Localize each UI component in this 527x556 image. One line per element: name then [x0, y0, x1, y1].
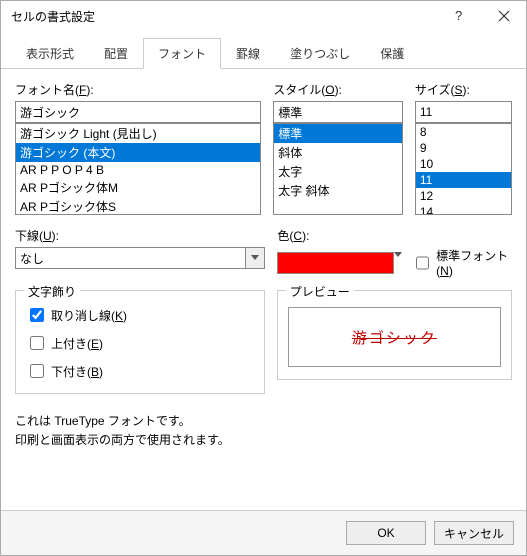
- size-list-item[interactable]: 10: [416, 156, 511, 172]
- decoration-group-title: 文字飾り: [24, 283, 80, 300]
- size-list-item[interactable]: 9: [416, 140, 511, 156]
- strikethrough-label: 取り消し線(K): [51, 307, 127, 324]
- font-label: フォント名(F):: [15, 81, 261, 98]
- color-swatch: [277, 252, 394, 274]
- underline-label: 下線(U):: [15, 227, 265, 244]
- underline-input[interactable]: [15, 247, 245, 269]
- tab-1[interactable]: 配置: [89, 38, 143, 69]
- chevron-down-icon[interactable]: [245, 247, 265, 269]
- style-list-item[interactable]: 斜体: [274, 143, 402, 162]
- style-list-item[interactable]: 太字 斜体: [274, 181, 402, 200]
- dialog-title: セルの書式設定: [11, 8, 436, 25]
- font-list-item[interactable]: AR Pゴシック体S: [16, 197, 260, 215]
- subscript-checkbox[interactable]: 下付き(B): [26, 361, 254, 381]
- tab-3[interactable]: 罫線: [221, 38, 275, 69]
- font-list-item[interactable]: AR Pゴシック体M: [16, 178, 260, 197]
- preview-box: 游ゴシック: [288, 307, 501, 367]
- footer: OK キャンセル: [1, 510, 526, 555]
- underline-combo[interactable]: [15, 247, 265, 269]
- size-list-item[interactable]: 14: [416, 204, 511, 215]
- superscript-input[interactable]: [30, 336, 44, 350]
- strikethrough-input[interactable]: [30, 308, 44, 322]
- decoration-group: 文字飾り 取り消し線(K) 上付き(E) 下付き(B): [15, 290, 265, 394]
- cancel-button[interactable]: キャンセル: [434, 521, 514, 545]
- titlebar: セルの書式設定 ?: [1, 1, 526, 31]
- style-list-item[interactable]: 標準: [274, 124, 402, 143]
- style-input[interactable]: [273, 101, 403, 123]
- tab-5[interactable]: 保護: [365, 38, 419, 69]
- chevron-down-icon[interactable]: [394, 252, 402, 274]
- note: これは TrueType フォントです。 印刷と画面表示の両方で使用されます。: [15, 412, 512, 450]
- font-list-item[interactable]: 游ゴシック Light (見出し): [16, 124, 260, 143]
- color-combo[interactable]: [277, 252, 402, 274]
- size-list-item[interactable]: 11: [416, 172, 511, 188]
- tab-bar: 表示形式配置フォント罫線塗りつぶし保護: [1, 31, 526, 69]
- standard-font-check-label: 標準フォント(N): [436, 247, 512, 278]
- tab-4[interactable]: 塗りつぶし: [275, 38, 365, 69]
- tab-2[interactable]: フォント: [143, 38, 221, 69]
- color-label: 色(C):: [277, 227, 512, 244]
- superscript-checkbox[interactable]: 上付き(E): [26, 333, 254, 353]
- font-list-item[interactable]: AR P P O P 4 B: [16, 162, 260, 178]
- style-list-item[interactable]: 太字: [274, 162, 402, 181]
- size-list-item[interactable]: 8: [416, 124, 511, 140]
- close-button[interactable]: [481, 1, 526, 31]
- size-list[interactable]: 8910111214: [415, 123, 512, 215]
- size-list-item[interactable]: 12: [416, 188, 511, 204]
- subscript-input[interactable]: [30, 364, 44, 378]
- style-label: スタイル(O):: [273, 81, 403, 98]
- standard-font-check-input[interactable]: [416, 256, 429, 270]
- standard-font-checkbox[interactable]: 標準フォント(N): [412, 247, 512, 278]
- note-line-2: 印刷と画面表示の両方で使用されます。: [15, 431, 512, 450]
- font-input[interactable]: [15, 101, 261, 123]
- note-line-1: これは TrueType フォントです。: [15, 412, 512, 431]
- size-input[interactable]: [415, 101, 512, 123]
- help-button[interactable]: ?: [436, 1, 481, 31]
- preview-text: 游ゴシック: [352, 327, 437, 348]
- dialog: セルの書式設定 ? 表示形式配置フォント罫線塗りつぶし保護 フォント名(F): …: [0, 0, 527, 556]
- content: フォント名(F): 游ゴシック Light (見出し)游ゴシック (本文)AR …: [1, 69, 526, 462]
- superscript-label: 上付き(E): [51, 335, 103, 352]
- size-label: サイズ(S):: [415, 81, 512, 98]
- ok-button[interactable]: OK: [346, 521, 426, 545]
- subscript-label: 下付き(B): [51, 363, 103, 380]
- tab-0[interactable]: 表示形式: [11, 38, 89, 69]
- svg-text:?: ?: [455, 9, 462, 23]
- preview-group: プレビュー 游ゴシック: [277, 290, 512, 380]
- font-list[interactable]: 游ゴシック Light (見出し)游ゴシック (本文)AR P P O P 4 …: [15, 123, 261, 215]
- style-list[interactable]: 標準斜体太字太字 斜体: [273, 123, 403, 215]
- font-list-item[interactable]: 游ゴシック (本文): [16, 143, 260, 162]
- strikethrough-checkbox[interactable]: 取り消し線(K): [26, 305, 254, 325]
- preview-group-title: プレビュー: [286, 283, 354, 300]
